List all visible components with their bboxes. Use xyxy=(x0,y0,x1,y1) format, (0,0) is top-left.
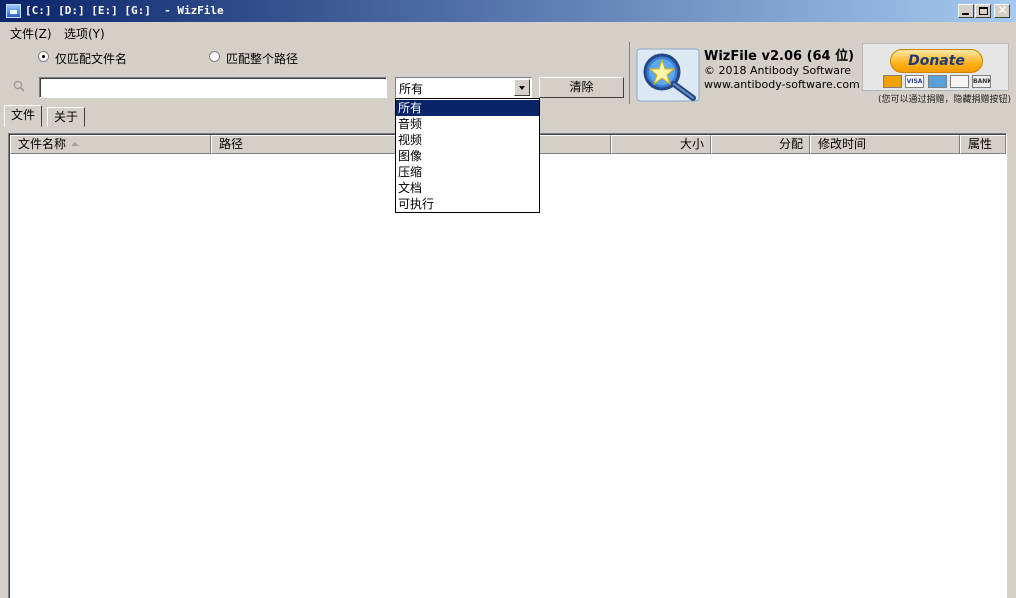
column-label-filename: 文件名称 xyxy=(18,137,67,151)
donate-button[interactable]: Donate xyxy=(890,49,983,73)
donate-note: (您可以通过捐赠，隐藏捐赠按钮) xyxy=(878,95,1012,105)
match-filename-label[interactable]: 仅匹配文件名 xyxy=(55,50,127,67)
column-header-size[interactable]: 大小 xyxy=(611,135,711,154)
title-bar: [C:] [D:] [E:] [G:] - WizFile ✕ xyxy=(0,0,1016,22)
match-fullpath-radio[interactable] xyxy=(209,51,220,62)
menu-file[interactable]: 文件(Z) xyxy=(10,25,52,42)
discover-icon xyxy=(950,75,969,88)
dropdown-option-images[interactable]: 图像 xyxy=(396,148,539,164)
maximize-icon xyxy=(979,7,988,15)
dropdown-option-audio[interactable]: 音频 xyxy=(396,116,539,132)
dropdown-option-all[interactable]: 所有 xyxy=(396,100,539,116)
dropdown-option-documents[interactable]: 文档 xyxy=(396,180,539,196)
clear-button[interactable]: 清除 xyxy=(539,77,624,98)
about-panel: WizFile v2.06 (64 位) © 2018 Antibody Sof… xyxy=(629,42,1014,105)
dropdown-option-archives[interactable]: 压缩 xyxy=(396,164,539,180)
file-type-dropdown: 所有 音频 视频 图像 压缩 文档 可执行 xyxy=(395,98,540,213)
column-header-attributes[interactable]: 属性 xyxy=(960,135,1006,154)
bank-icon: BANK xyxy=(972,75,991,88)
file-type-value: 所有 xyxy=(399,82,424,96)
mastercard-icon xyxy=(883,75,902,88)
chevron-down-icon[interactable] xyxy=(514,79,530,96)
donate-box: Donate VISA BANK xyxy=(862,43,1009,91)
minimize-button[interactable] xyxy=(958,4,974,18)
website-link[interactable]: www.antibody-software.com xyxy=(704,78,860,91)
match-fullpath-label[interactable]: 匹配整个路径 xyxy=(226,50,298,67)
search-icon xyxy=(13,80,25,92)
match-filename-radio[interactable] xyxy=(38,51,49,62)
app-name: WizFile v2.06 (64 位) xyxy=(704,49,855,64)
magnifier-logo-icon xyxy=(636,48,700,102)
column-header-allocated[interactable]: 分配 xyxy=(711,135,810,154)
maximize-button[interactable] xyxy=(975,4,991,18)
window-title: [C:] [D:] [E:] [G:] - WizFile xyxy=(25,4,224,17)
column-header-filename[interactable]: 文件名称 xyxy=(10,135,211,154)
close-icon: ✕ xyxy=(997,3,1008,17)
close-button[interactable]: ✕ xyxy=(994,4,1010,18)
file-type-select[interactable]: 所有 xyxy=(395,77,532,98)
menu-bar: 文件(Z) 选项(Y) xyxy=(0,22,1016,41)
copyright-text: © 2018 Antibody Software xyxy=(704,64,852,77)
dropdown-option-video[interactable]: 视频 xyxy=(396,132,539,148)
tab-files[interactable]: 文件 xyxy=(4,105,43,127)
app-icon[interactable] xyxy=(6,4,21,18)
tab-about[interactable]: 关于 xyxy=(47,107,86,127)
amex-icon xyxy=(928,75,947,88)
minimize-icon xyxy=(962,13,969,15)
sort-ascending-icon xyxy=(71,142,80,146)
column-header-modified[interactable]: 修改时间 xyxy=(810,135,960,154)
dropdown-option-executables[interactable]: 可执行 xyxy=(396,196,539,212)
search-input[interactable] xyxy=(39,77,387,98)
visa-icon: VISA xyxy=(905,75,924,88)
menu-options[interactable]: 选项(Y) xyxy=(64,25,105,42)
